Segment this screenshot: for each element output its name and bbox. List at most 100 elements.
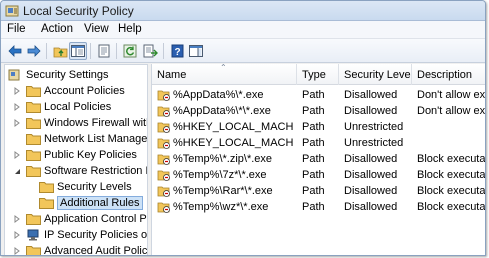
rule-description: Don't allow exe [417, 89, 486, 101]
rule-type: Path [302, 169, 325, 181]
folder-icon [26, 246, 41, 255]
show-pane-icon [189, 45, 203, 57]
menu-help[interactable]: Help [118, 23, 142, 35]
table-row[interactable]: %Temp%\wz*\*.exe Path Disallowed Block exec… [152, 199, 486, 215]
folder-icon [26, 150, 41, 161]
tree-item-label: Advanced Audit Policy C [44, 245, 148, 256]
expand-arrow-icon [14, 215, 20, 223]
rule-type: Path [302, 153, 325, 165]
properties-button[interactable] [95, 42, 113, 60]
rules-list[interactable]: ⌃ Name Type Security Level Description %… [151, 64, 486, 255]
tree-item-label: Local Policies [44, 101, 112, 113]
rule-name: %Temp%\*.zip\*.exe [173, 153, 273, 165]
table-row[interactable]: %Temp%\7z*\*.exe Path Disallowed Block exec… [152, 167, 486, 183]
path-rule-icon [157, 138, 170, 149]
path-rule-icon [157, 202, 170, 213]
path-rule-icon [157, 186, 170, 197]
tree-item-account-policies[interactable]: Account Policies [13, 83, 125, 99]
refresh-icon [123, 44, 137, 58]
app-window: Local Security Policy File Action View H… [0, 0, 486, 256]
expand-arrow-icon [14, 231, 20, 239]
tree-item-security-settings[interactable]: Security Settings [8, 67, 109, 83]
refresh-button[interactable] [121, 42, 139, 60]
tree-item-windows-firewall[interactable]: Windows Firewall with A [13, 115, 147, 131]
svg-text:?: ? [174, 47, 180, 58]
forward-arrow-icon [27, 45, 41, 57]
path-rule-icon [157, 106, 170, 117]
show-hide-tree-button[interactable] [69, 42, 87, 60]
column-header-type[interactable]: Type [297, 64, 339, 85]
menu-bar: File Action View Help [1, 21, 485, 39]
column-header-security-level[interactable]: Security Level [339, 64, 412, 85]
table-row[interactable]: %Temp%\*.zip\*.exe Path Disallowed Block ex… [152, 151, 486, 167]
back-arrow-icon [8, 45, 22, 57]
open-folder-icon [26, 166, 41, 177]
table-row[interactable]: %AppData%\*\*.exe Path Disallowed Don't all… [152, 103, 485, 119]
help-button[interactable]: ? [168, 42, 186, 60]
rule-type: Path [302, 121, 325, 133]
table-row[interactable]: %AppData%\*.exe Path Disallowed Don't allow… [152, 87, 486, 103]
tree-item-label: Windows Firewall with A [44, 117, 147, 129]
tree-item-application-control[interactable]: Application Control Pol [13, 211, 148, 227]
table-row[interactable]: %HKEY_LOCAL_MACHINE... Path Unrestricted [152, 135, 485, 151]
list-header: ⌃ Name Type Security Level Description [152, 64, 485, 85]
menu-view[interactable]: View [84, 23, 109, 35]
tree-item-network-list-manager[interactable]: Network List Manager P [26, 131, 147, 147]
tree-item-label: Public Key Policies [44, 149, 137, 161]
folder-icon [26, 102, 41, 113]
security-policy-icon [5, 5, 19, 17]
folder-icon [26, 134, 41, 145]
window-title: Local Security Policy [23, 4, 134, 18]
folder-icon [39, 182, 54, 193]
rule-description: Block executabl [417, 169, 486, 181]
security-settings-icon [8, 69, 20, 81]
back-button[interactable] [6, 42, 24, 60]
rule-security-level: Disallowed [344, 185, 398, 197]
column-header-name[interactable]: ⌃ Name [152, 64, 297, 85]
tree-item-additional-rules[interactable]: Additional Rules [39, 195, 143, 211]
rule-description: Block executabl [417, 153, 486, 165]
menu-file[interactable]: File [7, 23, 26, 35]
rule-type: Path [302, 105, 325, 117]
toolbar: ? [1, 39, 485, 63]
tree-item-label: Application Control Pol [44, 213, 148, 225]
console-tree[interactable]: Security Settings Account Policies Local… [4, 64, 148, 256]
tree-item-ip-security-policies[interactable]: IP Security Policies on Lo [13, 227, 147, 243]
rule-security-level: Disallowed [344, 169, 398, 181]
tree-item-local-policies[interactable]: Local Policies [13, 99, 111, 115]
folder-icon [26, 86, 41, 97]
tree-item-security-levels[interactable]: Security Levels [39, 179, 132, 195]
title-bar: Local Security Policy [1, 1, 485, 21]
folder-icon [26, 214, 41, 225]
tree-item-label: Additional Rules [57, 196, 143, 210]
rule-security-level: Disallowed [344, 89, 398, 101]
rule-type: Path [302, 201, 325, 213]
tree-item-public-key-policies[interactable]: Public Key Policies [13, 147, 137, 163]
export-list-button[interactable] [141, 42, 159, 60]
expand-arrow-icon [14, 151, 20, 159]
rule-name: %AppData%\*.exe [173, 89, 264, 101]
expand-arrow-icon [14, 103, 20, 111]
column-header-description[interactable]: Description [412, 64, 485, 85]
rule-name: %Temp%\Rar*\*.exe [173, 185, 273, 197]
up-folder-icon [53, 47, 67, 57]
rule-type: Path [302, 137, 325, 149]
path-rule-icon [157, 154, 170, 165]
up-one-level-button[interactable] [51, 42, 69, 60]
toolbar-separator [90, 43, 91, 59]
forward-button[interactable] [25, 42, 43, 60]
show-pane-button[interactable] [187, 42, 205, 60]
rule-security-level: Unrestricted [344, 137, 404, 149]
rule-description: Block executabl [417, 201, 486, 213]
toolbar-separator [116, 43, 117, 59]
rule-security-level: Disallowed [344, 201, 398, 213]
table-row[interactable]: %Temp%\Rar*\*.exe Path Disallowed Block exe… [152, 183, 485, 199]
rule-name: %HKEY_LOCAL_MACHINE... [173, 137, 293, 149]
tree-item-label: Security Levels [57, 181, 132, 193]
expand-arrow-icon [14, 247, 20, 255]
menu-action[interactable]: Action [41, 23, 73, 35]
table-row[interactable]: %HKEY_LOCAL_MACHINE... Path Unrestricted [152, 119, 485, 135]
tree-item-advanced-audit-policy[interactable]: Advanced Audit Policy C [13, 243, 148, 256]
rule-security-level: Unrestricted [344, 121, 404, 133]
tree-item-software-restriction[interactable]: Software Restriction Pol [13, 163, 147, 179]
